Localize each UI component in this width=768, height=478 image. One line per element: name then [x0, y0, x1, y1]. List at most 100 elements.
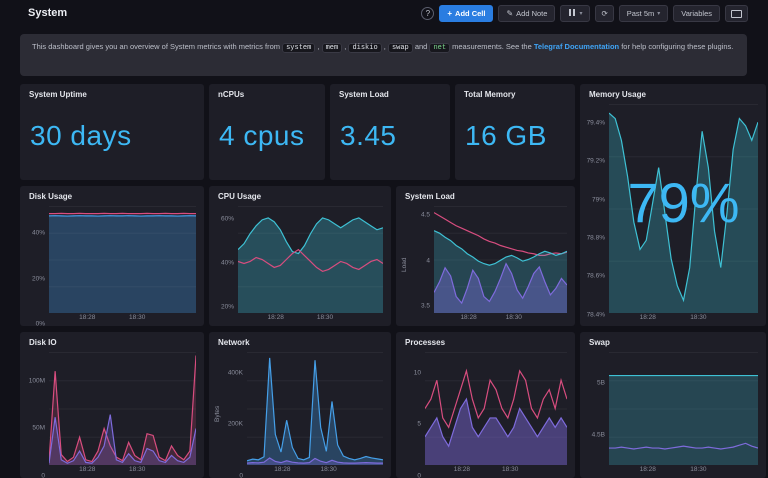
system-load-chart[interactable] [434, 206, 567, 313]
banner-text: measurements. See the [450, 42, 534, 51]
y-tick: 79% [592, 196, 605, 203]
cpu-usage-chart[interactable] [238, 206, 383, 313]
y-axis: 5B 4.5B [584, 352, 609, 476]
cell-title: Swap [580, 332, 766, 350]
cell-title: System Load [330, 84, 450, 102]
cell-title: Memory Usage [580, 84, 766, 102]
chevron-down-icon: ▾ [657, 10, 660, 17]
y-tick: 10 [414, 369, 421, 376]
auto-refresh-dropdown[interactable]: ▾ [560, 5, 590, 22]
cell-memory-usage: Memory Usage 79.4%79.2%79%78.8%78.6%78.4… [580, 84, 766, 326]
x-tick: 18:30 [506, 314, 522, 321]
y-tick: 78.4% [587, 311, 605, 318]
cell-title: System Uptime [20, 84, 204, 102]
top-nav: System ? + Add Cell ✎ Add Note ▾ ⟳ Past … [0, 0, 768, 28]
x-axis: 18:2818:30 [238, 313, 383, 324]
add-note-label: Add Note [516, 9, 547, 18]
y-tick: 40% [32, 230, 45, 237]
y-tick: 0 [417, 473, 421, 478]
cell-system-uptime: System Uptime 30 days [20, 84, 204, 180]
cell-cpu-usage: CPU Usage 60%40%20% 18:2818:30 [209, 186, 391, 326]
y-axis: 100M 50M 0 [24, 352, 49, 476]
y-axis: 40%20%0% [24, 206, 49, 324]
x-tick: 18:28 [640, 466, 656, 473]
dashboard-title: System [28, 7, 67, 19]
chevron-down-icon: ▾ [579, 10, 582, 17]
y-tick: 4 [426, 257, 430, 264]
y-tick: 100M [29, 377, 45, 384]
y-tick: 50M [32, 425, 45, 432]
network-chart[interactable] [247, 352, 383, 465]
x-tick: 18:30 [129, 314, 145, 321]
x-axis: 18:2818:30 [247, 465, 383, 476]
stat-value: 4 cpus [209, 102, 325, 180]
x-tick: 18:30 [690, 314, 706, 321]
y-tick: 20% [32, 275, 45, 282]
y-tick: 4.5 [421, 212, 430, 219]
swap-chart[interactable] [609, 352, 758, 465]
help-icon[interactable]: ? [421, 7, 434, 20]
y-axis: 60%40%20% [213, 206, 238, 324]
cell-title: Disk Usage [20, 186, 204, 204]
disk-usage-chart[interactable] [49, 206, 196, 313]
banner-text: for help configuring these plugins. [619, 42, 733, 51]
measurement-chip: system [282, 43, 315, 53]
x-axis: 18:2818:30 [49, 465, 196, 476]
variables-label: Variables [681, 9, 712, 18]
variables-button[interactable]: Variables [673, 5, 720, 22]
cell-disk-usage: Disk Usage 40%20%0% 18:2818:30 [20, 186, 204, 326]
add-note-button[interactable]: ✎ Add Note [498, 5, 555, 22]
cell-title: System Load [396, 186, 575, 204]
add-note-icon: ✎ [506, 9, 513, 18]
x-tick: 18:28 [454, 466, 470, 473]
y-tick: 79.2% [587, 158, 605, 165]
add-cell-label: Add Cell [455, 9, 485, 18]
stat-value: 16 GB [455, 102, 575, 180]
y-tick: 5B [597, 380, 605, 387]
cell-title: Processes [396, 332, 575, 350]
y-tick: 4.5B [592, 431, 605, 438]
x-tick: 18:28 [79, 466, 95, 473]
refresh-button[interactable]: ⟳ [595, 5, 613, 22]
pause-icon [568, 9, 576, 18]
x-tick: 18:28 [79, 314, 95, 321]
presentation-mode-icon [731, 10, 742, 18]
dashboard-note-banner: This dashboard gives you an overview of … [20, 34, 747, 76]
system-dashboard: System ? + Add Cell ✎ Add Note ▾ ⟳ Past … [0, 0, 768, 478]
cell-title: CPU Usage [209, 186, 391, 204]
x-axis: 18:2818:30 [609, 313, 758, 324]
x-tick: 18:28 [460, 314, 476, 321]
y-tick: 78.6% [587, 273, 605, 280]
cell-total-memory: Total Memory 16 GB [455, 84, 575, 180]
y-tick: 0 [41, 473, 45, 478]
processes-chart[interactable] [425, 352, 567, 465]
x-tick: 18:28 [268, 314, 284, 321]
memory-usage-chart[interactable] [609, 104, 758, 313]
cell-processes: Processes 1050 18:2818:30 [396, 332, 575, 478]
telegraf-docs-link[interactable]: Telegraf Documentation [534, 42, 619, 51]
y-tick: 40% [221, 259, 234, 266]
measurement-chip: net [429, 43, 450, 53]
x-tick: 18:30 [690, 466, 706, 473]
banner-text: , [382, 42, 388, 51]
add-cell-icon: + [447, 9, 452, 18]
cell-title: Network [209, 332, 391, 350]
refresh-icon: ⟳ [601, 9, 607, 18]
cell-network: Network Bytes 400K200K0 18:2818:30 [209, 332, 391, 478]
cell-title: Total Memory [455, 84, 575, 102]
measurement-chip: swap [388, 43, 413, 53]
y-axis: 4.5 4 3.5 [409, 206, 434, 324]
add-cell-button[interactable]: + Add Cell [439, 5, 493, 22]
cell-title: Disk IO [20, 332, 204, 350]
y-tick: 3.5 [421, 302, 430, 309]
disk-io-chart[interactable] [49, 352, 196, 465]
y-tick: 78.8% [587, 234, 605, 241]
presentation-mode-button[interactable] [725, 5, 748, 22]
time-range-dropdown[interactable]: Past 5m ▾ [619, 5, 669, 22]
nav-controls: ? + Add Cell ✎ Add Note ▾ ⟳ Past 5m ▾ Va… [421, 5, 748, 22]
y-axis-label: Load [400, 206, 409, 324]
y-tick: 5 [417, 421, 421, 428]
x-axis: 18:28 18:30 [434, 313, 567, 324]
y-axis-label: Bytes [213, 352, 222, 476]
x-axis: 18:28 18:30 [49, 313, 196, 324]
